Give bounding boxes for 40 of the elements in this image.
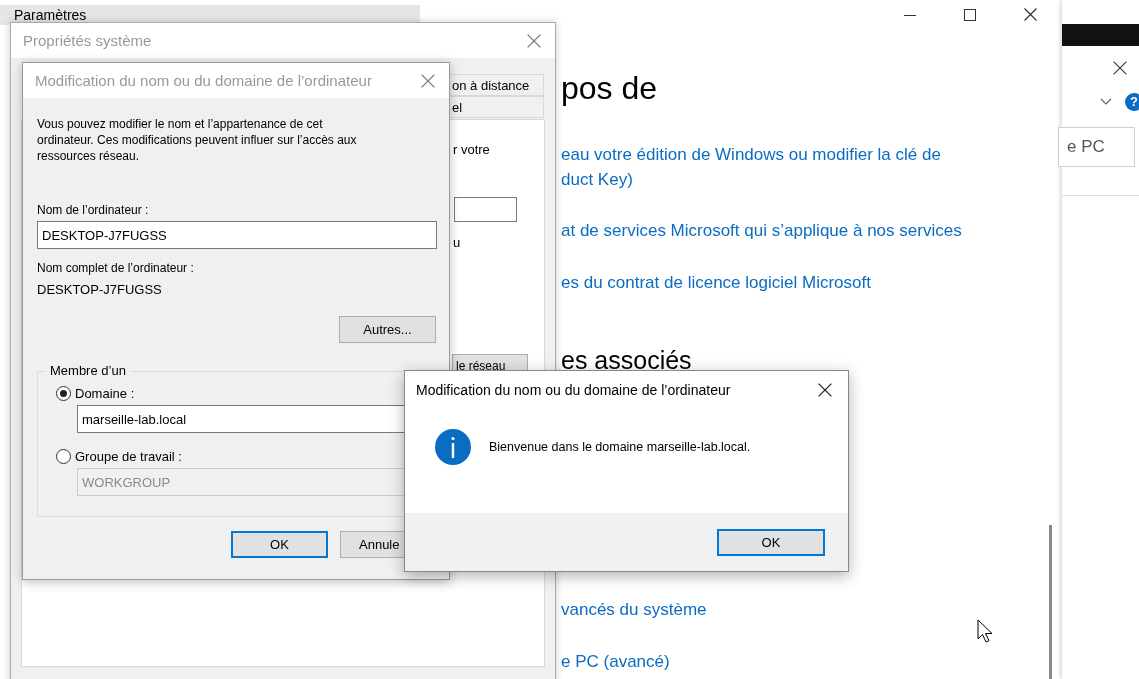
dialog-button[interactable]: OK <box>231 531 328 558</box>
field-label: Nom complet de l’ordinateur : <box>37 260 195 276</box>
text-fragment: r votre <box>453 142 490 157</box>
radio-button[interactable] <box>56 449 71 464</box>
radio-label[interactable]: Domaine : <box>75 386 135 401</box>
message-text: Bienvenue dans le domaine marseille-lab.local. <box>489 439 751 454</box>
text-fragment: u <box>453 235 461 250</box>
dialog-title: Modification du nom ou du domaine de l’ordinateur <box>416 382 731 398</box>
dialog-title: Modification du nom ou du domaine de l’ordinateur <box>35 72 372 89</box>
search-field[interactable]: e PC <box>1058 127 1135 167</box>
close-icon[interactable] <box>1024 8 1037 21</box>
link[interactable]: eau votre édition de Windows ou modifier la clé de duct Key) <box>561 142 941 192</box>
computer-name-field[interactable]: DESKTOP-J7FUGSS <box>37 221 437 249</box>
link[interactable]: at de services Microsoft qui s’applique à nos services <box>561 218 962 243</box>
help-button[interactable]: ? <box>1125 93 1139 111</box>
radio-button[interactable] <box>56 386 71 401</box>
scrollbar[interactable] <box>1049 525 1052 679</box>
close-icon[interactable] <box>1113 61 1127 75</box>
section-heading: es associés <box>561 345 692 376</box>
ok-button[interactable]: OK <box>717 528 825 556</box>
window-title: Propriétés système <box>23 32 152 49</box>
tab[interactable]: el <box>448 96 544 118</box>
group-legend: Membre d’un <box>46 363 130 378</box>
radio-label[interactable]: Groupe de travail : <box>75 449 182 464</box>
tab[interactable]: on à distance <box>448 74 544 96</box>
maximize-icon[interactable] <box>964 8 976 21</box>
full-name-value: DESKTOP-J7FUGSS <box>37 282 163 298</box>
link[interactable]: e PC (avancé) <box>561 649 670 674</box>
link[interactable]: vancés du système <box>561 597 707 622</box>
link[interactable]: es du contrat de licence logiciel Microsoft <box>561 270 871 295</box>
window-title: Paramètres <box>0 5 420 25</box>
close-icon[interactable] <box>818 383 832 397</box>
section-heading: pos de <box>561 69 658 108</box>
input-field[interactable] <box>454 197 517 222</box>
field-label: Nom de l’ordinateur : <box>37 202 150 218</box>
more-button[interactable]: Autres... <box>339 316 436 343</box>
description-text: Vous pouvez modifier le nom et l’appartenance de cet ordinateur. Ces modifications peuvent influer sur l’accès aux ressources réseau. <box>37 116 358 164</box>
mouse-pointer-icon <box>977 619 994 644</box>
chevron-icon[interactable] <box>1100 98 1112 106</box>
info-icon <box>435 428 471 465</box>
